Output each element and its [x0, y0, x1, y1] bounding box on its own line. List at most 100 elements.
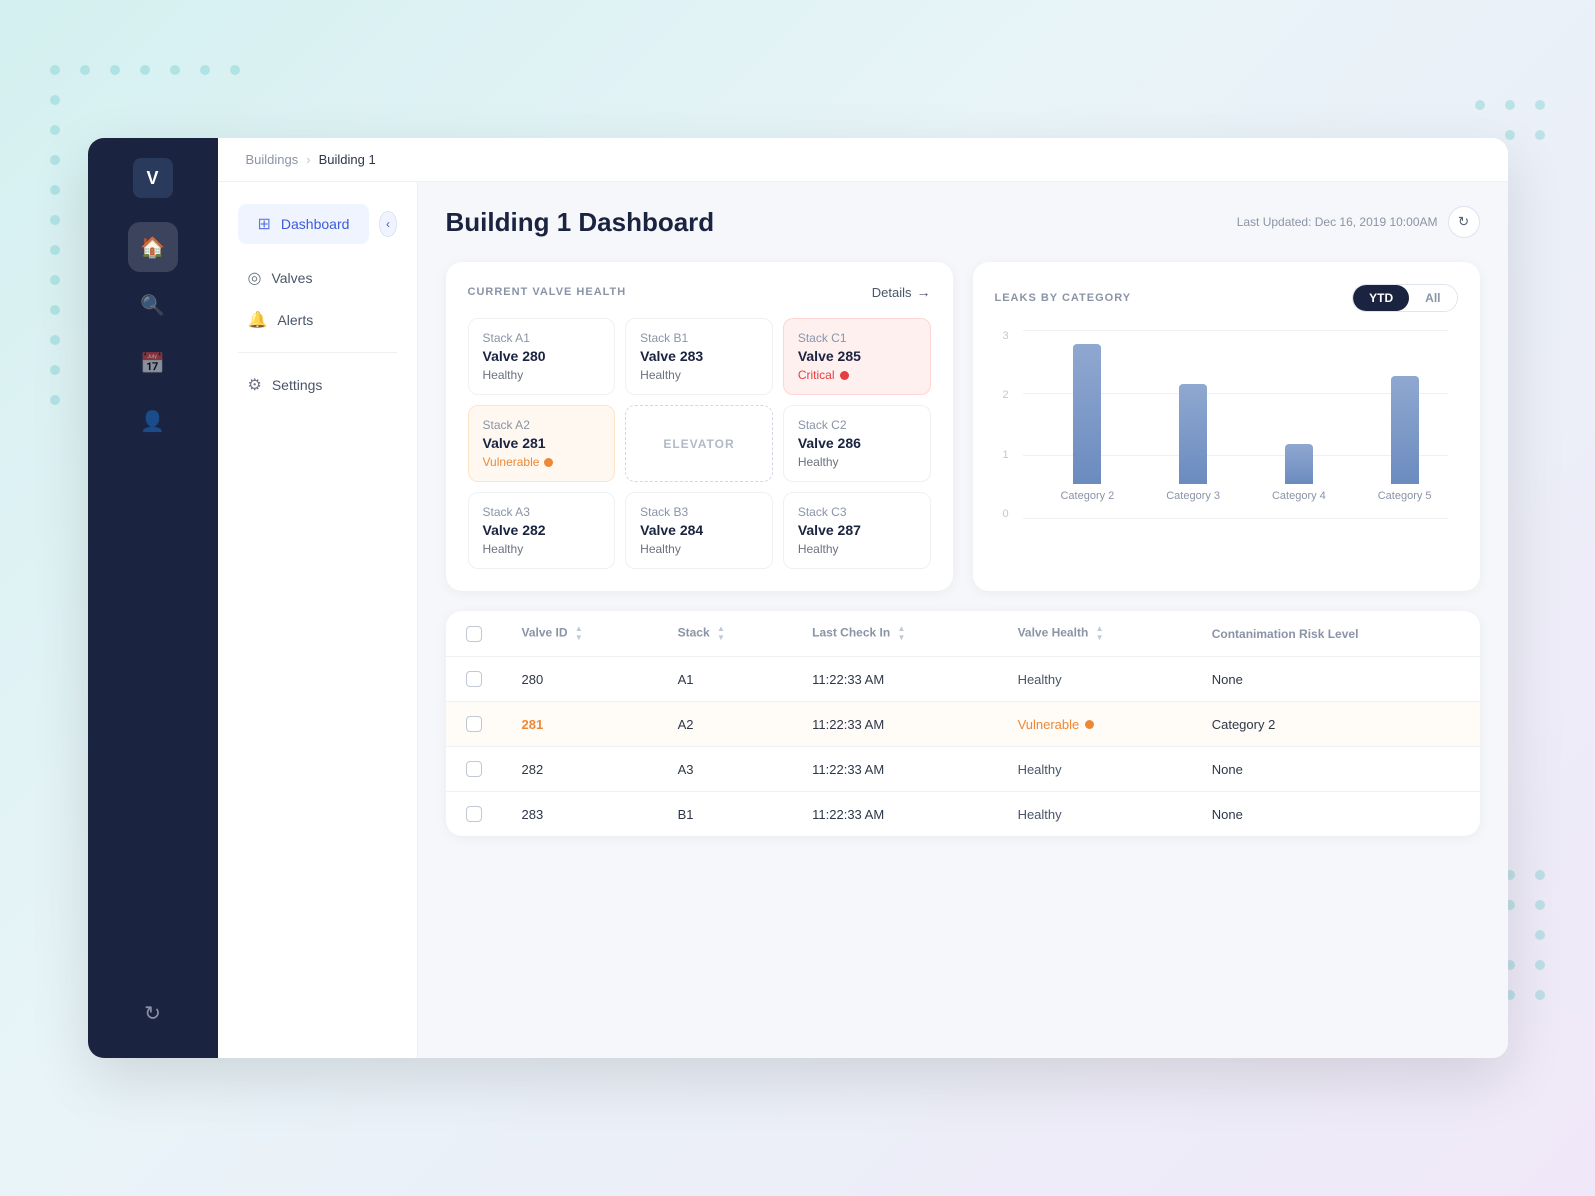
valve-name-284: Valve 284 — [640, 522, 758, 538]
bar-cat4 — [1285, 444, 1313, 484]
valve-status-283: Healthy — [640, 368, 758, 382]
nav-label-settings: Settings — [272, 377, 323, 393]
valve-health-card-header: CURRENT VALVE HEALTH Details → — [468, 284, 931, 300]
nav-item-settings[interactable]: ⚙ Settings — [228, 365, 407, 405]
vulnerable-dot-281 — [544, 458, 553, 467]
details-label: Details — [872, 285, 912, 300]
valve-cell-284[interactable]: Stack B3 Valve 284 Healthy — [625, 492, 773, 569]
sidebar-nav: 🏠 🔍 📅 👤 — [88, 222, 218, 446]
th-last-check-in-label: Last Check In — [812, 626, 890, 640]
valve-status-286: Healthy — [798, 455, 916, 469]
td-health-282: Healthy — [998, 747, 1192, 792]
sidebar-item-profile[interactable]: 👤 — [128, 396, 178, 446]
row-checkbox-280[interactable] — [466, 671, 482, 687]
bar-label-cat3: Category 3 — [1166, 490, 1220, 502]
refresh-icon: ↻ — [144, 1001, 161, 1026]
th-valve-health[interactable]: Valve Health ▲▼ — [998, 611, 1192, 657]
breadcrumb-current: Building 1 — [319, 152, 376, 167]
nav-item-alerts[interactable]: 🔔 Alerts — [228, 300, 407, 340]
toggle-all-button[interactable]: All — [1409, 285, 1456, 311]
row-checkbox-281[interactable] — [466, 716, 482, 732]
valve-table: Valve ID ▲▼ Stack ▲▼ Last Check In — [446, 611, 1480, 836]
valve-cell-elevator: ELEVATOR — [625, 405, 773, 482]
bar-group-cat4: Category 4 — [1272, 444, 1326, 502]
sidebar-item-refresh[interactable]: ↻ — [128, 988, 178, 1038]
sidebar-item-calendar[interactable]: 📅 — [128, 338, 178, 388]
td-checkbox-281 — [446, 702, 502, 747]
valve-cell-285[interactable]: Stack C1 Valve 285 Critical — [783, 318, 931, 395]
sort-arrows-valve-id: ▲▼ — [575, 625, 583, 642]
td-stack-281: A2 — [658, 702, 793, 747]
collapse-icon: ‹ — [386, 217, 390, 231]
valve-cell-282[interactable]: Stack A3 Valve 282 Healthy — [468, 492, 616, 569]
th-valve-id[interactable]: Valve ID ▲▼ — [502, 611, 658, 657]
sidebar: V 🏠 🔍 📅 👤 ↻ — [88, 138, 218, 1058]
dashboard-content: Building 1 Dashboard Last Updated: Dec 1… — [418, 182, 1508, 1058]
valve-cell-281[interactable]: Stack A2 Valve 281 Vulnerable — [468, 405, 616, 482]
row-checkbox-283[interactable] — [466, 806, 482, 822]
refresh-btn-icon: ↻ — [1458, 214, 1469, 230]
td-stack-283: B1 — [658, 792, 793, 837]
valve-name-281: Valve 281 — [483, 435, 601, 451]
breadcrumb: Buildings › Building 1 — [218, 138, 1508, 182]
td-stack-280: A1 — [658, 657, 793, 702]
bar-group-cat2: Category 2 — [1060, 344, 1114, 502]
th-risk-level-label: Contanimation Risk Level — [1212, 627, 1359, 641]
sidebar-item-home[interactable]: 🏠 — [128, 222, 178, 272]
td-checkbox-282 — [446, 747, 502, 792]
valve-status-280: Healthy — [483, 368, 601, 382]
th-checkbox — [446, 611, 502, 657]
y-label-2: 2 — [1003, 389, 1009, 401]
valve-cell-286[interactable]: Stack C2 Valve 286 Healthy — [783, 405, 931, 482]
td-risk-280: None — [1192, 657, 1480, 702]
nav-item-dashboard[interactable]: ⊞ Dashboard — [238, 204, 370, 244]
th-valve-health-label: Valve Health — [1018, 626, 1089, 640]
td-valve-id-280: 280 — [502, 657, 658, 702]
leaks-chart-card: LEAKS BY CATEGORY YTD All 3 2 — [973, 262, 1480, 591]
app-wrapper: V 🏠 🔍 📅 👤 ↻ Buildings › — [88, 138, 1508, 1058]
valve-health-card: CURRENT VALVE HEALTH Details → Stack A1 … — [446, 262, 953, 591]
valve-status-282: Healthy — [483, 542, 601, 556]
header-checkbox[interactable] — [466, 626, 482, 642]
dashboard-meta: Last Updated: Dec 16, 2019 10:00AM ↻ — [1237, 206, 1480, 238]
valve-status-281: Vulnerable — [483, 455, 601, 469]
valve-cell-287[interactable]: Stack C3 Valve 287 Healthy — [783, 492, 931, 569]
main-area: Buildings › Building 1 ⊞ Dashboard ‹ ◎ — [218, 138, 1508, 1058]
bar-cat3 — [1179, 384, 1207, 484]
last-updated-text: Last Updated: Dec 16, 2019 10:00AM — [1237, 215, 1438, 229]
valve-cell-283[interactable]: Stack B1 Valve 283 Healthy — [625, 318, 773, 395]
valve-stack-285: Stack C1 — [798, 331, 916, 345]
nav-collapse-button[interactable]: ‹ — [379, 211, 396, 237]
calendar-icon: 📅 — [140, 351, 165, 376]
td-valve-id-283: 283 — [502, 792, 658, 837]
valve-name-285: Valve 285 — [798, 348, 916, 364]
bar-label-cat4: Category 4 — [1272, 490, 1326, 502]
refresh-button[interactable]: ↻ — [1448, 206, 1480, 238]
valve-stack-281: Stack A2 — [483, 418, 601, 432]
app-logo: V — [133, 158, 173, 198]
th-valve-id-label: Valve ID — [522, 626, 568, 640]
th-last-check-in[interactable]: Last Check In ▲▼ — [792, 611, 997, 657]
td-check-in-283: 11:22:33 AM — [792, 792, 997, 837]
valve-stack-282: Stack A3 — [483, 505, 601, 519]
valve-cell-280[interactable]: Stack A1 Valve 280 Healthy — [468, 318, 616, 395]
sidebar-bottom: ↻ — [128, 988, 178, 1038]
y-label-1: 1 — [1003, 449, 1009, 461]
bar-label-cat5: Category 5 — [1378, 490, 1432, 502]
td-health-280: Healthy — [998, 657, 1192, 702]
valve-stack-280: Stack A1 — [483, 331, 601, 345]
toggle-ytd-button[interactable]: YTD — [1353, 285, 1409, 311]
table-header-row: Valve ID ▲▼ Stack ▲▼ Last Check In — [446, 611, 1480, 657]
row-checkbox-282[interactable] — [466, 761, 482, 777]
td-risk-283: None — [1192, 792, 1480, 837]
valve-grid: Stack A1 Valve 280 Healthy Stack B1 Valv… — [468, 318, 931, 569]
breadcrumb-parent[interactable]: Buildings — [246, 152, 299, 167]
th-stack[interactable]: Stack ▲▼ — [658, 611, 793, 657]
bar-cat5 — [1391, 376, 1419, 484]
dashboard-header: Building 1 Dashboard Last Updated: Dec 1… — [446, 206, 1480, 238]
sidebar-item-search[interactable]: 🔍 — [128, 280, 178, 330]
details-link[interactable]: Details → — [872, 284, 931, 300]
grid-line-0 — [1023, 518, 1448, 519]
td-valve-id-281: 281 — [502, 702, 658, 747]
nav-item-valves[interactable]: ◎ Valves — [228, 258, 407, 298]
